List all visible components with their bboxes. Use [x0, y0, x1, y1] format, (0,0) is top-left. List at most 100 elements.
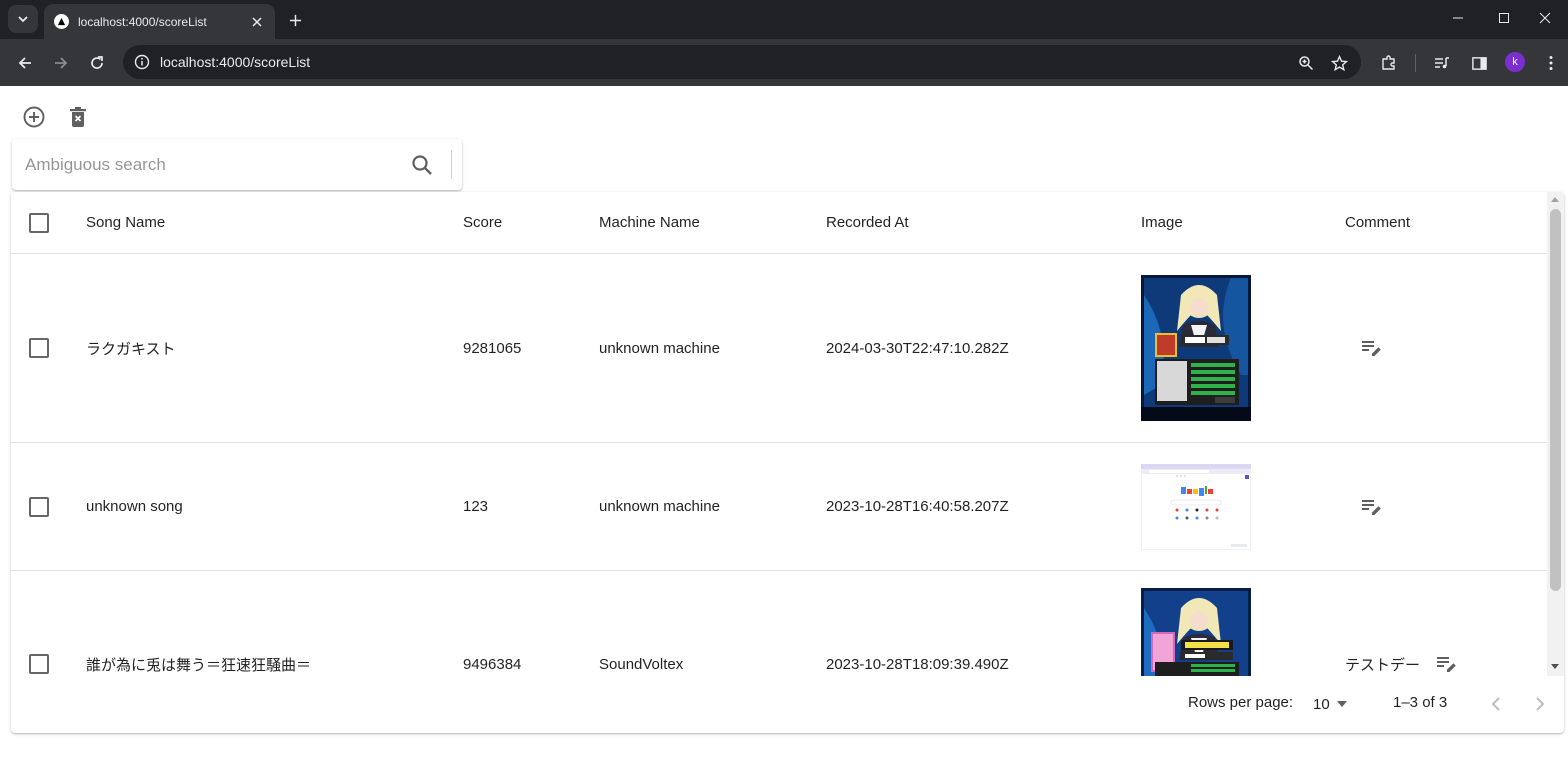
edit-comment-button[interactable]	[1357, 334, 1385, 362]
edit-comment-button[interactable]	[1357, 493, 1385, 521]
edit-comment-button[interactable]	[1432, 650, 1460, 676]
site-info-icon[interactable]	[125, 45, 159, 79]
select-all-checkbox[interactable]	[29, 212, 49, 233]
comment-cell: テストデー	[1345, 571, 1460, 676]
forward-button[interactable]	[47, 49, 75, 77]
comment-text: テストデー	[1345, 656, 1421, 674]
close-window-button[interactable]	[1522, 0, 1568, 36]
scroll-down-arrow[interactable]	[1551, 664, 1559, 669]
row-checkbox[interactable]	[29, 654, 49, 674]
address-bar[interactable]: localhost:4000/scoreList	[123, 45, 1361, 79]
zoom-icon[interactable]	[1294, 51, 1318, 75]
table-scrollbar[interactable]	[1547, 192, 1564, 676]
machine-name-cell: unknown machine	[599, 339, 720, 357]
song-name-cell: unknown song	[86, 498, 183, 515]
image-cell	[1141, 443, 1251, 570]
next-page-button[interactable]	[1526, 690, 1554, 718]
comment-wrap	[1345, 334, 1385, 362]
row-checkbox[interactable]	[29, 496, 49, 517]
edit-note-icon	[1437, 657, 1456, 672]
minimize-icon	[1453, 17, 1463, 19]
score-table-container: Song Name Score Machine Name Recorded At…	[11, 192, 1564, 733]
profile-avatar[interactable]: k	[1505, 52, 1525, 72]
caret-down-icon	[1336, 701, 1347, 707]
comment-wrap	[1345, 493, 1385, 521]
browser-toolbar: localhost:4000/scoreList k	[0, 39, 1568, 86]
maximize-window-button[interactable]	[1481, 0, 1527, 36]
search-divider	[451, 150, 452, 179]
music-queue-icon	[1435, 57, 1449, 69]
recorded-at-cell: 2023-10-28T16:40:58.207Z	[826, 498, 1009, 515]
media-controls-button[interactable]	[1428, 49, 1456, 77]
side-panel-button[interactable]	[1465, 49, 1493, 77]
table-header-row: Song Name Score Machine Name Recorded At…	[11, 192, 1547, 254]
comment-wrap: テストデー	[1345, 650, 1460, 676]
bookmark-star-icon[interactable]	[1327, 51, 1351, 75]
arcade-score-photo-image	[1141, 588, 1251, 676]
reload-icon	[91, 56, 103, 69]
delete-selected-button[interactable]	[65, 104, 91, 130]
table-pagination: Rows per page: 10 1–3 of 3	[11, 676, 1547, 732]
more-vertical-icon	[1549, 56, 1553, 70]
row-checkbox[interactable]	[29, 338, 49, 358]
google-homepage-screenshot-image	[1141, 463, 1251, 550]
image-cell	[1141, 588, 1251, 676]
address-bar-url: localhost:4000/scoreList	[160, 54, 311, 70]
close-icon	[1539, 12, 1551, 24]
add-circle-icon	[23, 106, 45, 128]
arrow-left-icon	[18, 57, 31, 69]
chevron-left-icon	[1491, 697, 1500, 711]
column-header-image[interactable]: Image	[1141, 192, 1183, 253]
nextjs-favicon-icon	[54, 14, 69, 29]
maximize-icon	[1499, 13, 1509, 23]
arcade-score-photo-image	[1141, 275, 1251, 421]
recorded-at-cell: 2023-10-28T18:09:39.490Z	[826, 655, 1009, 673]
score-table: Song Name Score Machine Name Recorded At…	[11, 192, 1547, 676]
comment-cell	[1345, 254, 1385, 442]
comment-cell	[1345, 443, 1385, 570]
delete-forever-icon	[70, 107, 86, 127]
machine-name-cell: SoundVoltex	[599, 655, 684, 673]
tab-search-button[interactable]	[8, 5, 38, 33]
scroll-up-arrow[interactable]	[1551, 197, 1559, 202]
chevron-right-icon	[1536, 697, 1545, 711]
score-thumbnail[interactable]	[1141, 588, 1251, 676]
browser-tab-active[interactable]: localhost:4000/scoreList	[44, 4, 275, 39]
reload-button[interactable]	[83, 49, 111, 77]
search-input[interactable]	[25, 149, 405, 180]
add-score-button[interactable]	[21, 104, 47, 130]
puzzle-icon	[1382, 55, 1395, 70]
new-tab-button[interactable]	[284, 9, 306, 31]
row-select-cell	[29, 254, 49, 442]
score-thumbnail[interactable]	[1141, 275, 1251, 421]
column-header-score[interactable]: Score	[463, 192, 502, 253]
song-name-cell: 誰が為に兎は舞う＝狂速狂騒曲＝	[86, 656, 312, 674]
row-select-cell	[29, 443, 49, 570]
previous-page-button[interactable]	[1482, 690, 1510, 718]
edit-note-icon	[1362, 341, 1381, 356]
machine-name-cell: unknown machine	[599, 498, 720, 515]
browser-tabstrip: localhost:4000/scoreList	[0, 0, 1568, 39]
tab-close-icon[interactable]	[249, 14, 265, 30]
minimize-window-button[interactable]	[1435, 0, 1481, 36]
table-row[interactable]: unknown song 123 unknown machine 2023-10…	[11, 443, 1547, 571]
column-header-comment[interactable]: Comment	[1345, 192, 1410, 253]
search-icon	[412, 155, 432, 175]
search-button[interactable]	[407, 150, 437, 180]
column-header-song-name[interactable]: Song Name	[86, 192, 165, 253]
extensions-button[interactable]	[1375, 49, 1403, 77]
song-name-cell: ラクガキスト	[86, 340, 176, 358]
arrow-right-icon	[55, 57, 68, 69]
score-cell: 123	[463, 498, 489, 515]
score-thumbnail[interactable]	[1141, 463, 1251, 550]
browser-menu-button[interactable]	[1537, 49, 1565, 77]
table-row[interactable]: ラクガキスト 9281065 unknown machine 2024-03-3…	[11, 254, 1547, 443]
column-header-machine-name[interactable]: Machine Name	[599, 192, 700, 253]
rows-per-page-select[interactable]: 10	[1313, 690, 1348, 718]
search-bar	[12, 139, 462, 190]
back-button[interactable]	[11, 49, 39, 77]
scroll-thumb[interactable]	[1550, 209, 1561, 591]
column-header-recorded-at[interactable]: Recorded At	[826, 192, 909, 253]
row-select-cell	[29, 571, 49, 676]
table-row[interactable]: 誰が為に兎は舞う＝狂速狂騒曲＝ 9496384 SoundVoltex 2023…	[11, 571, 1547, 676]
